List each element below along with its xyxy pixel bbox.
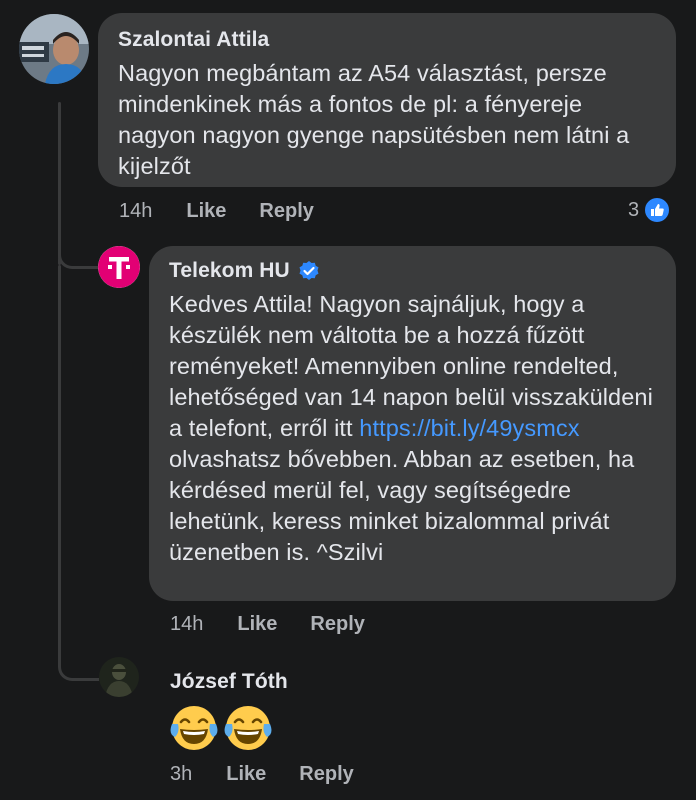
comment-bubble: Szalontai Attila Nagyon megbántam az A54… xyxy=(98,13,676,187)
profile-photo xyxy=(99,657,139,697)
profile-photo xyxy=(19,14,89,84)
author-name: Telekom HU xyxy=(169,259,290,282)
like-reaction-icon xyxy=(643,196,672,224)
like-button[interactable]: Like xyxy=(237,613,277,636)
avatar[interactable] xyxy=(99,657,139,697)
reply-button[interactable]: Reply xyxy=(259,200,313,223)
comment-actions: 3h Like Reply xyxy=(170,763,387,786)
comment-link[interactable]: https://bit.ly/49ysmcx xyxy=(359,415,579,441)
laughing-tears-emoji-icon xyxy=(224,706,272,750)
comment-author[interactable]: József Tóth xyxy=(170,670,288,694)
reaction-count: 3 xyxy=(628,198,640,221)
reaction-summary[interactable]: 3 xyxy=(628,196,672,224)
comment-time[interactable]: 14h xyxy=(170,613,203,636)
comment-bubble: Telekom HU Kedves Attila! Nagyon sajnálj… xyxy=(149,246,676,601)
comment-actions: 14h Like Reply xyxy=(119,200,347,223)
reply-connector xyxy=(58,230,99,269)
comment-author[interactable]: Szalontai Attila xyxy=(118,28,656,52)
comment-text: Kedves Attila! Nagyon sajnáljuk, hogy a … xyxy=(169,289,656,568)
reply-button[interactable]: Reply xyxy=(299,763,353,786)
comment-emoji xyxy=(170,704,288,752)
comment-actions: 14h Like Reply xyxy=(170,613,398,636)
laughing-tears-emoji-icon xyxy=(170,706,218,750)
comment-time[interactable]: 3h xyxy=(170,763,192,786)
comment-time[interactable]: 14h xyxy=(119,200,152,223)
avatar[interactable] xyxy=(98,246,140,288)
comment-author[interactable]: Telekom HU xyxy=(169,259,656,283)
reply-button[interactable]: Reply xyxy=(310,613,364,636)
telekom-logo-icon xyxy=(98,246,140,288)
thread-line xyxy=(58,265,61,645)
comment-text-part: olvashatsz bővebben. Abban az esetben, h… xyxy=(169,446,635,565)
reply-connector xyxy=(58,640,99,681)
like-button[interactable]: Like xyxy=(186,200,226,223)
verified-badge-icon xyxy=(299,261,319,280)
comment-text: Nagyon megbántam az A54 választást, pers… xyxy=(118,60,630,179)
comment-block: József Tóth xyxy=(170,670,288,752)
avatar[interactable] xyxy=(19,14,89,84)
like-button[interactable]: Like xyxy=(226,763,266,786)
